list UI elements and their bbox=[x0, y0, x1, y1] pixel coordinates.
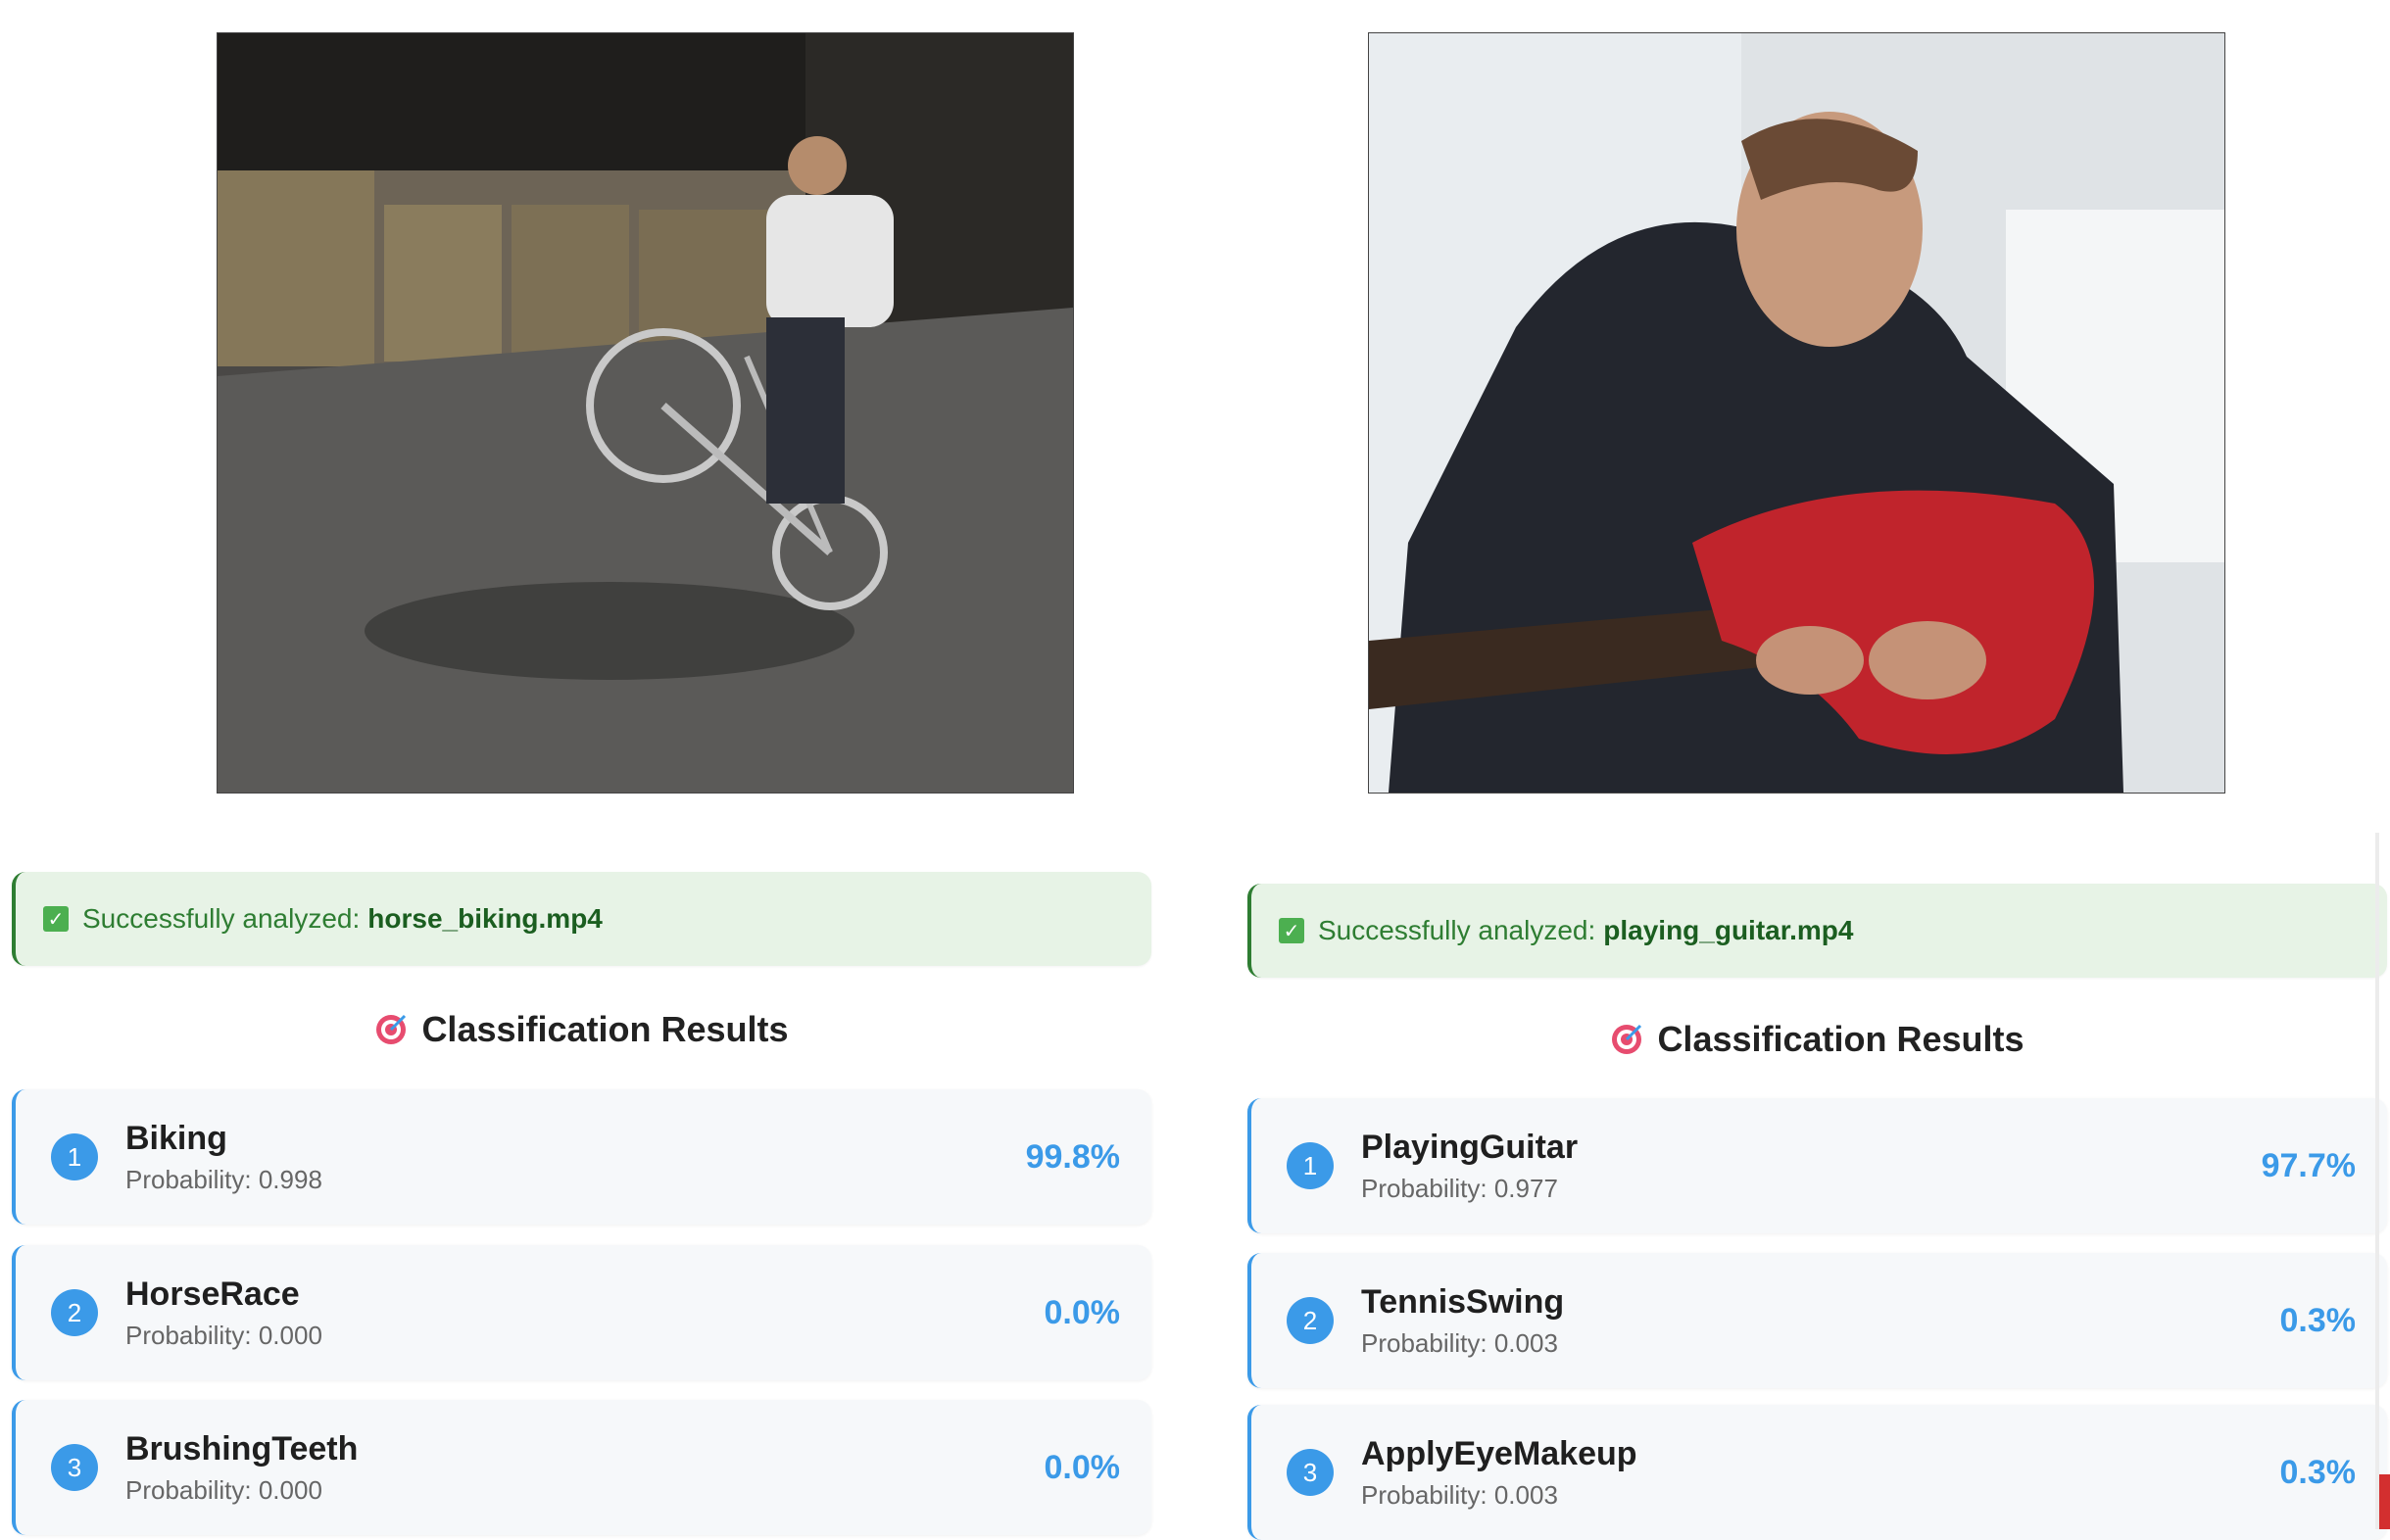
rank-badge: 3 bbox=[1287, 1449, 1334, 1496]
probability-text: Probability: 0.000 bbox=[125, 1474, 322, 1505]
probability-text: Probability: 0.977 bbox=[1361, 1173, 1558, 1203]
probability-text: Probability: 0.998 bbox=[125, 1164, 322, 1194]
probability-text: Probability: 0.003 bbox=[1361, 1327, 1558, 1358]
percent-value: 99.8% bbox=[1025, 1137, 1120, 1176]
video-frame-guitar bbox=[1368, 32, 2225, 794]
rank-badge: 3 bbox=[51, 1444, 98, 1491]
results-title: Classification Results bbox=[1657, 1019, 2024, 1059]
result-card: 1 Biking Probability: 0.998 99.8% bbox=[12, 1089, 1151, 1225]
probability-text: Probability: 0.000 bbox=[125, 1320, 322, 1350]
class-label: HorseRace bbox=[125, 1275, 300, 1314]
result-card: 2 TennisSwing Probability: 0.003 0.3% bbox=[1247, 1253, 2387, 1388]
check-box-icon: ✓ bbox=[43, 906, 69, 932]
check-box-icon: ✓ bbox=[1279, 918, 1304, 943]
result-card: 3 BrushingTeeth Probability: 0.000 0.0% bbox=[12, 1400, 1151, 1535]
biking-video-thumbnail bbox=[218, 33, 1073, 793]
result-card: 3 ApplyEyeMakeup Probability: 0.003 0.3% bbox=[1247, 1405, 2387, 1540]
percent-value: 0.0% bbox=[1044, 1448, 1121, 1486]
status-message: ✓ Successfully analyzed: playing_guitar.… bbox=[1247, 884, 2387, 978]
results-title: Classification Results bbox=[421, 1009, 789, 1049]
status-message: ✓ Successfully analyzed: horse_biking.mp… bbox=[12, 872, 1151, 966]
edge-marker bbox=[2379, 1474, 2390, 1529]
result-card: 2 HorseRace Probability: 0.000 0.0% bbox=[12, 1245, 1151, 1380]
video-frame-biking bbox=[217, 32, 1074, 794]
percent-value: 0.3% bbox=[2279, 1453, 2357, 1491]
probability-text: Probability: 0.003 bbox=[1361, 1479, 1558, 1510]
target-icon bbox=[376, 1014, 407, 1044]
status-prefix: Successfully analyzed: bbox=[82, 903, 361, 934]
status-filename: playing_guitar.mp4 bbox=[1603, 915, 1854, 945]
percent-value: 0.3% bbox=[2279, 1301, 2357, 1339]
result-card: 1 PlayingGuitar Probability: 0.977 97.7% bbox=[1247, 1098, 2387, 1233]
class-label: Biking bbox=[125, 1120, 227, 1158]
class-label: TennisSwing bbox=[1361, 1283, 1565, 1322]
results-heading: Classification Results bbox=[1247, 1019, 2387, 1060]
scrollbar-track[interactable] bbox=[2375, 833, 2379, 1529]
percent-value: 97.7% bbox=[2261, 1146, 2356, 1184]
rank-badge: 2 bbox=[51, 1289, 98, 1336]
rank-badge: 1 bbox=[1287, 1142, 1334, 1189]
class-label: ApplyEyeMakeup bbox=[1361, 1435, 1637, 1473]
target-icon bbox=[1612, 1024, 1642, 1054]
status-prefix: Successfully analyzed: bbox=[1318, 915, 1596, 945]
class-label: BrushingTeeth bbox=[125, 1430, 359, 1468]
rank-badge: 2 bbox=[1287, 1297, 1334, 1344]
status-filename: horse_biking.mp4 bbox=[367, 903, 603, 934]
results-heading: Classification Results bbox=[12, 1009, 1151, 1050]
rank-badge: 1 bbox=[51, 1133, 98, 1180]
class-label: PlayingGuitar bbox=[1361, 1129, 1579, 1167]
guitar-video-thumbnail bbox=[1369, 33, 2224, 793]
percent-value: 0.0% bbox=[1044, 1293, 1121, 1331]
